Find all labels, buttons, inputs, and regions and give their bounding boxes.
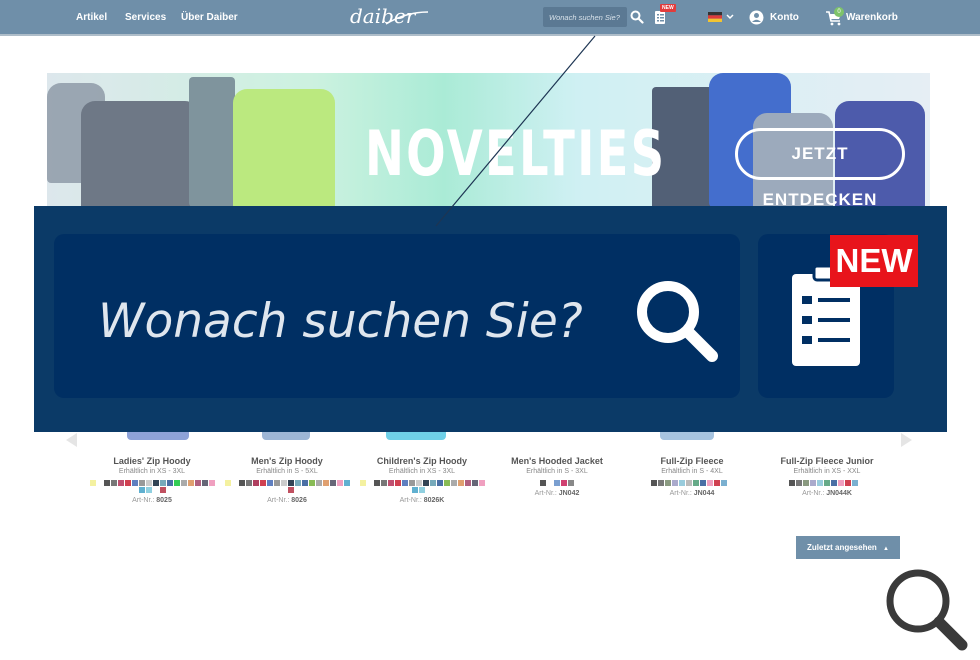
product-image-3[interactable]: [386, 432, 446, 440]
art-number: JN042: [558, 490, 580, 497]
color-swatches: [762, 479, 892, 486]
art-number: 8026: [291, 497, 307, 504]
zoom-search-input[interactable]: Wonach suchen Sie?: [54, 234, 740, 398]
color-swatches: [357, 479, 487, 493]
art-number: 8025: [156, 497, 172, 504]
nav-artikel[interactable]: Artikel: [76, 12, 107, 23]
art-number: JN044: [693, 490, 715, 497]
chevron-down-icon[interactable]: [726, 14, 734, 20]
product-sizes: Erhältlich in S - 4XL: [661, 468, 723, 475]
logo-text: daiber: [350, 4, 417, 28]
product-name[interactable]: Ladies' Zip Hoody: [87, 456, 217, 466]
art-label: Art-Nr.:: [267, 497, 290, 504]
product-name[interactable]: Full-Zip Fleece: [627, 456, 757, 466]
art-number: JN044K: [826, 490, 852, 497]
nav-ueber-daiber[interactable]: Über Daiber: [181, 12, 238, 23]
page: Artikel Services Über Daiber daiber Wona…: [0, 0, 980, 660]
product-sizes: Erhältlich in XS - 3XL: [388, 468, 456, 475]
zoom-new-badge: NEW: [830, 235, 918, 287]
recently-viewed-button[interactable]: Zuletzt angesehen ▲: [796, 536, 900, 559]
product-card[interactable]: Ladies' Zip Hoody Erhältlich in XS - 3XL…: [87, 456, 217, 504]
product-card[interactable]: Men's Zip Hoody Erhältlich in S - 5XL Ar…: [222, 456, 352, 504]
product-name[interactable]: Full-Zip Fleece Junior: [762, 456, 892, 466]
banner-veil: [47, 73, 930, 206]
art-label: Art-Nr.:: [399, 497, 422, 504]
flag-de-icon[interactable]: [708, 12, 722, 22]
art-label: Art-Nr.:: [669, 490, 692, 497]
magnifier-icon: [886, 569, 968, 651]
cart-count-badge: 0: [834, 7, 844, 17]
product-sizes: Erhältlich in S - 5XL: [256, 468, 318, 475]
product-name[interactable]: Children's Zip Hoody: [357, 456, 487, 466]
product-image-5[interactable]: [660, 432, 714, 440]
header-search-input[interactable]: Wonach suchen Sie?: [543, 7, 627, 27]
product-image-1[interactable]: [127, 432, 189, 440]
product-card[interactable]: Full-Zip Fleece Junior Erhältlich in XS …: [762, 456, 892, 497]
header: Artikel Services Über Daiber daiber Wona…: [0, 0, 980, 36]
new-badge-small: NEW: [660, 4, 676, 12]
product-image-2[interactable]: [262, 432, 310, 440]
product-card[interactable]: Men's Hooded Jacket Erhältlich in S - 3X…: [492, 456, 622, 497]
color-swatches: [87, 479, 217, 493]
search-icon[interactable]: [632, 276, 722, 366]
product-card[interactable]: Children's Zip Hoody Erhältlich in XS - …: [357, 456, 487, 504]
product-sizes: Erhältlich in XS - XXL: [793, 468, 861, 475]
art-label: Art-Nr.:: [132, 497, 155, 504]
product-name[interactable]: Men's Zip Hoody: [222, 456, 352, 466]
art-label: Art-Nr.:: [802, 490, 825, 497]
daiber-logo[interactable]: daiber: [346, 2, 430, 32]
search-icon[interactable]: [630, 10, 644, 24]
caret-up-icon: ▲: [883, 546, 889, 552]
product-sizes: Erhältlich in XS - 3XL: [118, 468, 186, 475]
art-label: Art-Nr.:: [534, 490, 557, 497]
product-sizes: Erhältlich in S - 3XL: [526, 468, 588, 475]
product-name[interactable]: Men's Hooded Jacket: [492, 456, 622, 466]
recently-viewed-label: Zuletzt angesehen: [807, 543, 877, 552]
chevron-left-icon[interactable]: [66, 433, 77, 447]
chevron-right-icon[interactable]: [901, 433, 912, 447]
product-card[interactable]: Full-Zip Fleece Erhältlich in S - 4XL Ar…: [627, 456, 757, 497]
color-swatches: [627, 479, 757, 486]
zoom-search-placeholder: Wonach suchen Sie?: [98, 294, 583, 349]
zoom-callout: Wonach suchen Sie? NEW: [34, 206, 947, 432]
nav-services[interactable]: Services: [125, 12, 166, 23]
art-number: 8026K: [423, 497, 445, 504]
cart-label[interactable]: Warenkorb: [846, 12, 898, 23]
color-swatches: [222, 479, 352, 493]
color-swatches: [492, 479, 622, 486]
account-icon[interactable]: [749, 10, 764, 25]
account-label[interactable]: Konto: [770, 12, 799, 23]
